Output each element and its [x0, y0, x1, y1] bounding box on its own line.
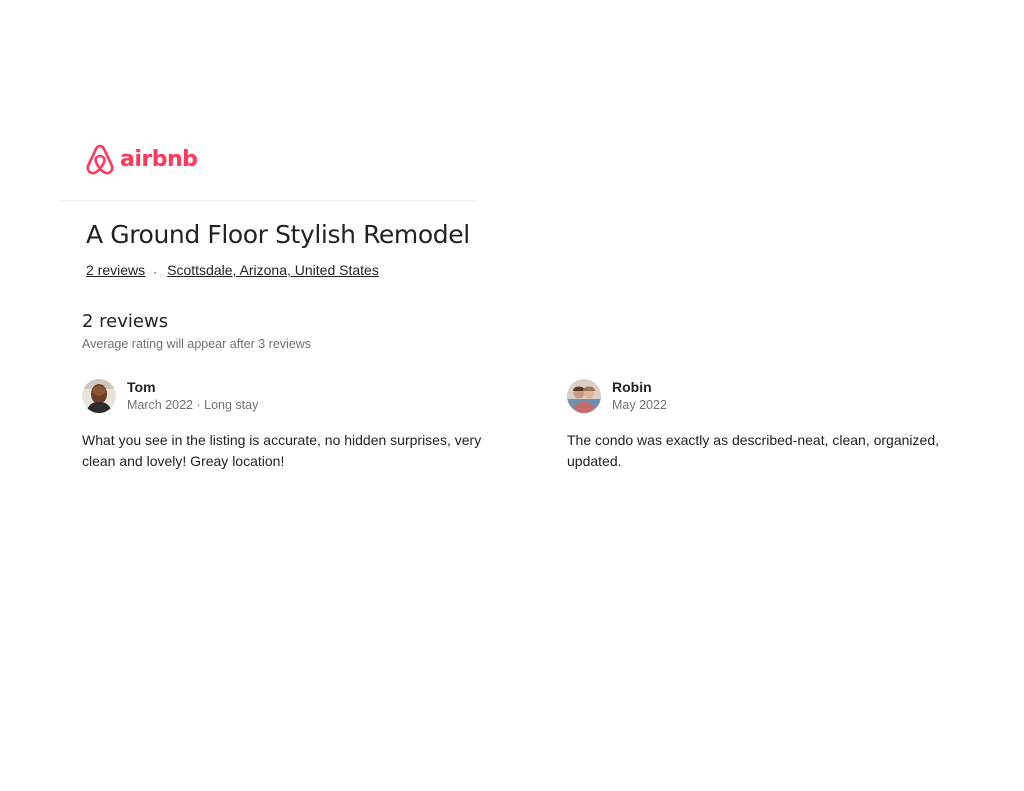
listing-meta: 2 reviews · Scottsdale, Arizona, United …	[86, 262, 379, 279]
header-divider	[60, 200, 476, 201]
rating-note: Average rating will appear after 3 revie…	[82, 337, 312, 351]
reviewer-name: Robin	[612, 379, 652, 395]
location-link[interactable]: Scottsdale, Arizona, United States	[167, 262, 379, 278]
reviews-count-link[interactable]: 2 reviews	[86, 262, 145, 278]
review-date: May 2022	[612, 398, 667, 412]
reviews-heading: 2 reviews	[82, 311, 169, 332]
listing-title: A Ground Floor Stylish Remodel	[86, 220, 470, 249]
reviewer-header: Robin May 2022	[567, 378, 967, 414]
review-card: Robin May 2022 The condo was exactly as …	[567, 378, 967, 472]
avatar[interactable]	[567, 379, 601, 413]
review-card: Tom March 2022 · Long stay What you see …	[82, 378, 482, 472]
airbnb-wordmark: airbnb	[120, 147, 198, 172]
airbnb-logo[interactable]: airbnb	[84, 143, 198, 177]
reviewer-info: Robin May 2022	[612, 378, 667, 414]
reviewer-info: Tom March 2022 · Long stay	[127, 378, 258, 414]
review-text: The condo was exactly as described-neat,…	[567, 432, 939, 469]
reviewer-photo-icon	[567, 379, 601, 413]
page: airbnb A Ground Floor Stylish Remodel 2 …	[0, 0, 1024, 791]
reviewer-name: Tom	[127, 379, 156, 395]
reviewer-header: Tom March 2022 · Long stay	[82, 378, 482, 414]
review-text: What you see in the listing is accurate,…	[82, 432, 482, 469]
meta-separator: ·	[153, 265, 158, 279]
airbnb-belo-icon	[86, 144, 114, 175]
avatar[interactable]	[82, 379, 116, 413]
review-date: March 2022 · Long stay	[127, 398, 259, 412]
reviewer-photo-icon	[82, 379, 116, 413]
